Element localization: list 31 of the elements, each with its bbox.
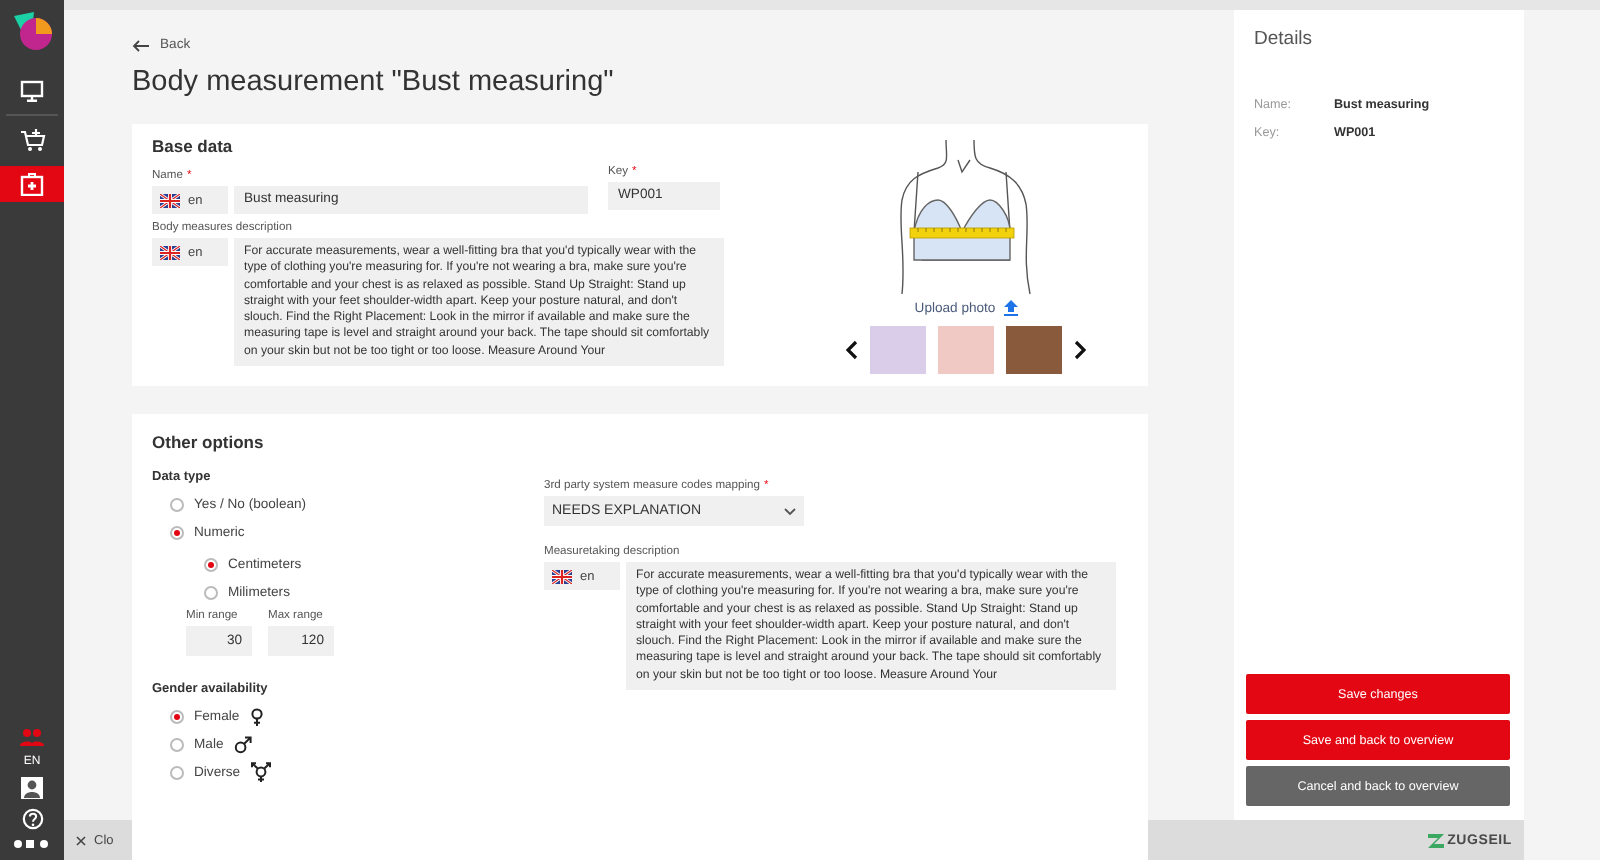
flag-icon xyxy=(160,193,180,207)
chevron-left-icon[interactable] xyxy=(846,340,858,360)
chevron-down-icon xyxy=(784,507,796,515)
radio-button[interactable] xyxy=(204,585,218,599)
cart-icon xyxy=(19,128,45,152)
medical-case-icon xyxy=(20,172,44,196)
radio-button[interactable] xyxy=(170,765,184,779)
chevron-right-icon[interactable] xyxy=(1074,340,1086,360)
panel-title: Details xyxy=(1252,28,1315,50)
profile-icon[interactable] xyxy=(20,776,44,800)
nav-item[interactable] xyxy=(0,166,64,202)
flag-icon xyxy=(160,245,180,259)
app-logo xyxy=(10,10,54,54)
female-symbol-icon xyxy=(249,707,264,725)
radio-button[interactable] xyxy=(204,557,218,571)
close-icon xyxy=(76,835,86,845)
flag-icon xyxy=(552,569,572,583)
section-heading: Other options xyxy=(152,432,266,452)
help-icon[interactable] xyxy=(21,808,43,830)
brand-logo xyxy=(14,836,50,852)
upload-icon xyxy=(1003,300,1018,316)
male-symbol-icon xyxy=(233,735,252,753)
gender-diverse-icon xyxy=(250,762,273,782)
radio-button[interactable] xyxy=(170,709,184,723)
radio-button[interactable] xyxy=(170,737,184,751)
monitor-icon xyxy=(20,79,44,101)
section-heading: Base data xyxy=(152,136,235,156)
page-title: Body measurement "Bust measuring" xyxy=(132,66,616,98)
radio-button[interactable] xyxy=(170,497,184,511)
arrow-left-icon xyxy=(132,39,150,51)
radio-button[interactable] xyxy=(170,525,184,539)
